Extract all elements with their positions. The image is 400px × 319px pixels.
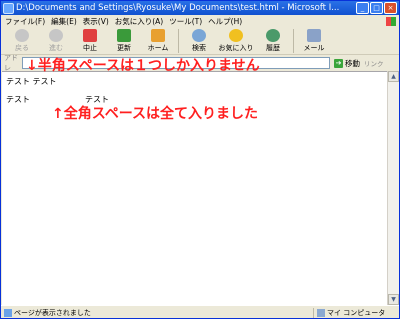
page-content: ↓半角スペースは１つしか入りません テスト テスト テスト テスト ↑全角スペー… — [2, 58, 388, 306]
windows-logo-icon — [386, 16, 396, 26]
home-button[interactable]: ホーム — [141, 27, 175, 53]
zone-label: マイ コンピュータ — [327, 308, 386, 317]
forward-button[interactable]: 進む — [39, 27, 73, 53]
star-icon — [229, 29, 243, 42]
toolbar-separator — [178, 29, 179, 53]
menu-favorites[interactable]: お気に入り(A) — [115, 16, 163, 27]
favorites-button[interactable]: お気に入り — [216, 27, 256, 53]
address-label: アドレ — [4, 54, 18, 72]
history-button[interactable]: 履歴 — [256, 27, 290, 53]
search-button[interactable]: 検索 — [182, 27, 216, 53]
menu-help[interactable]: ヘルプ(H) — [208, 16, 242, 27]
close-icon[interactable]: × — [384, 2, 397, 14]
back-arrow-icon — [15, 29, 29, 42]
minimize-icon[interactable]: _ — [356, 2, 369, 14]
forward-arrow-icon — [49, 29, 63, 42]
search-icon — [192, 29, 206, 42]
stop-button[interactable]: 中止 — [73, 27, 107, 53]
menu-edit[interactable]: 編集(E) — [51, 16, 77, 27]
status-bar: ページが表示されました マイ コンピュータ — [1, 305, 399, 318]
go-button[interactable]: ➔ 移動 — [334, 58, 360, 69]
scroll-down-icon[interactable]: ▼ — [388, 294, 399, 305]
title-bar: D:\Documents and Settings\Ryosuke\My Doc… — [1, 1, 399, 15]
home-icon — [151, 29, 165, 42]
window-title: D:\Documents and Settings\Ryosuke\My Doc… — [16, 3, 340, 13]
menu-bar: ファイル(F) 編集(E) 表示(V) お気に入り(A) ツール(T) ヘルプ(… — [1, 15, 399, 27]
maximize-icon[interactable]: □ — [370, 2, 383, 14]
refresh-button[interactable]: 更新 — [107, 27, 141, 53]
annotation-full-width: ↑全角スペースは全て入りました — [52, 106, 259, 122]
browser-window: D:\Documents and Settings\Ryosuke\My Doc… — [0, 0, 400, 319]
status-text: ページが表示されました — [14, 308, 91, 317]
scroll-up-icon[interactable]: ▲ — [388, 71, 399, 82]
toolbar-separator — [293, 29, 294, 53]
mail-icon — [307, 29, 321, 42]
security-zone: マイ コンピュータ — [313, 307, 399, 318]
toolbar: 戻る 進む 中止 更新 ホーム 検索 お気に入り 履歴 メール — [1, 27, 399, 55]
go-arrow-icon: ➔ — [334, 58, 343, 68]
computer-icon — [317, 308, 325, 317]
ie-icon — [3, 2, 14, 14]
window-controls: _ □ × — [356, 2, 397, 14]
menu-file[interactable]: ファイル(F) — [5, 16, 45, 27]
refresh-icon — [117, 29, 131, 42]
text-line-1: テスト テスト — [6, 77, 57, 86]
stop-icon — [83, 29, 97, 42]
annotation-half-width: ↓半角スペースは１つしか入りません — [26, 58, 260, 74]
mail-button[interactable]: メール — [297, 27, 331, 53]
back-button[interactable]: 戻る — [5, 27, 39, 53]
page-icon — [4, 308, 12, 317]
links-label[interactable]: リンク — [364, 58, 384, 68]
vertical-scrollbar[interactable]: ▲ ▼ — [387, 71, 399, 305]
history-icon — [266, 29, 280, 42]
menu-view[interactable]: 表示(V) — [83, 16, 109, 27]
menu-tools[interactable]: ツール(T) — [169, 16, 202, 27]
text-line-2-left: テスト — [6, 95, 30, 104]
